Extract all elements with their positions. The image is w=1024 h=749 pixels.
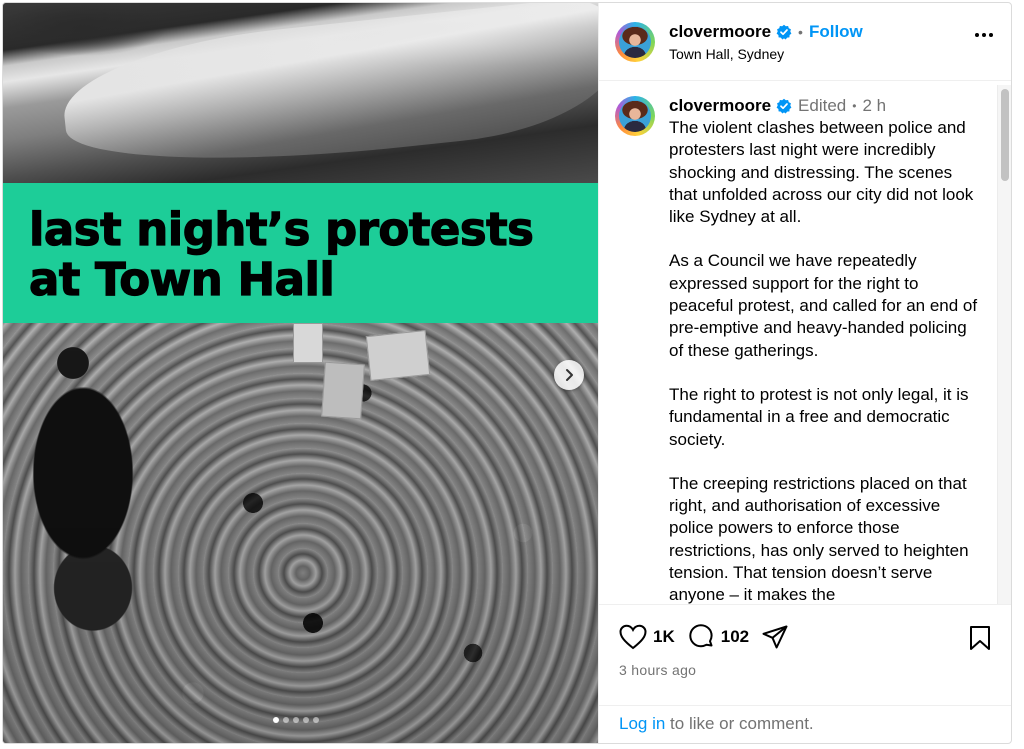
post-actions: 1K 102 3 hours ago Log in to like or com… bbox=[599, 604, 1011, 743]
separator: • bbox=[798, 23, 803, 40]
scrollbar-thumb[interactable] bbox=[1001, 89, 1009, 181]
post-media[interactable]: last night’s protests at Town Hall bbox=[3, 3, 598, 743]
headline-line-2: at Town Hall bbox=[28, 253, 335, 306]
caption-body: clovermoore Edited • 2 h The violent cla… bbox=[669, 96, 979, 604]
edited-label: Edited bbox=[798, 96, 847, 115]
headline-banner: last night’s protests at Town Hall bbox=[3, 183, 598, 323]
slide-dot bbox=[273, 717, 279, 723]
headline-line-1: last night’s protests bbox=[28, 203, 534, 256]
profile-photo bbox=[619, 25, 651, 58]
scrollbar[interactable] bbox=[997, 85, 1011, 604]
protest-sign bbox=[321, 361, 365, 420]
header-top-row: clovermoore • Follow bbox=[669, 22, 863, 42]
avatar[interactable] bbox=[615, 21, 655, 62]
caption-paragraph: The violent clashes between police and p… bbox=[669, 118, 974, 227]
caption-username-link[interactable]: clovermoore bbox=[669, 96, 771, 116]
slide-dot bbox=[293, 717, 299, 723]
comment-icon bbox=[689, 624, 713, 648]
slide-dot bbox=[303, 717, 309, 723]
comment-count[interactable]: 102 bbox=[721, 627, 749, 647]
action-buttons: 1K 102 bbox=[619, 623, 801, 651]
slide-indicator bbox=[273, 717, 319, 723]
header-info: clovermoore • Follow Town Hall, Sydney bbox=[669, 22, 863, 62]
avatar[interactable] bbox=[615, 96, 655, 136]
login-suffix: to like or comment. bbox=[665, 714, 814, 733]
caption-time[interactable]: 2 h bbox=[862, 96, 886, 116]
username-link[interactable]: clovermoore bbox=[669, 22, 771, 42]
like-button[interactable]: 1K bbox=[619, 624, 675, 650]
post-side-panel: clovermoore • Follow Town Hall, Sydney c… bbox=[598, 3, 1011, 743]
login-link[interactable]: Log in bbox=[619, 714, 665, 733]
caption: clovermoore Edited • 2 h The violent cla… bbox=[615, 96, 995, 604]
bookmark-icon bbox=[970, 626, 990, 650]
post-header: clovermoore • Follow Town Hall, Sydney bbox=[599, 3, 1011, 81]
caption-paragraph: The right to protest is not only legal, … bbox=[669, 384, 969, 449]
chevron-right-icon bbox=[566, 369, 573, 381]
crowd-detail bbox=[3, 323, 598, 743]
share-button[interactable] bbox=[761, 624, 789, 650]
location-link[interactable]: Town Hall, Sydney bbox=[669, 46, 863, 62]
protest-sign bbox=[365, 329, 431, 382]
verified-badge-icon bbox=[776, 98, 792, 114]
follow-button[interactable]: Follow bbox=[809, 22, 863, 42]
save-button[interactable] bbox=[969, 625, 991, 656]
profile-photo bbox=[619, 100, 651, 132]
comments-scroll-area[interactable]: clovermoore Edited • 2 h The violent cla… bbox=[599, 82, 1011, 604]
post-timestamp[interactable]: 3 hours ago bbox=[619, 662, 696, 678]
protest-sign bbox=[293, 323, 323, 363]
share-icon bbox=[762, 625, 788, 649]
caption-paragraph: The creeping restrictions placed on that… bbox=[669, 473, 969, 604]
heart-icon bbox=[619, 624, 647, 650]
post-dialog: last night’s protests at Town Hall clove… bbox=[2, 2, 1012, 744]
separator: • bbox=[852, 99, 857, 113]
verified-badge-icon bbox=[776, 24, 792, 39]
login-prompt: Log in to like or comment. bbox=[599, 705, 1011, 743]
comment-button[interactable]: 102 bbox=[687, 623, 749, 651]
more-options-icon[interactable] bbox=[975, 33, 993, 37]
slide-dot bbox=[313, 717, 319, 723]
caption-paragraph: As a Council we have repeatedly expresse… bbox=[669, 251, 978, 360]
slide-dot bbox=[283, 717, 289, 723]
like-count[interactable]: 1K bbox=[653, 627, 675, 647]
caption-header: clovermoore Edited • 2 h bbox=[669, 96, 979, 116]
caption-text: The violent clashes between police and p… bbox=[669, 117, 979, 604]
next-slide-button[interactable] bbox=[554, 360, 584, 390]
